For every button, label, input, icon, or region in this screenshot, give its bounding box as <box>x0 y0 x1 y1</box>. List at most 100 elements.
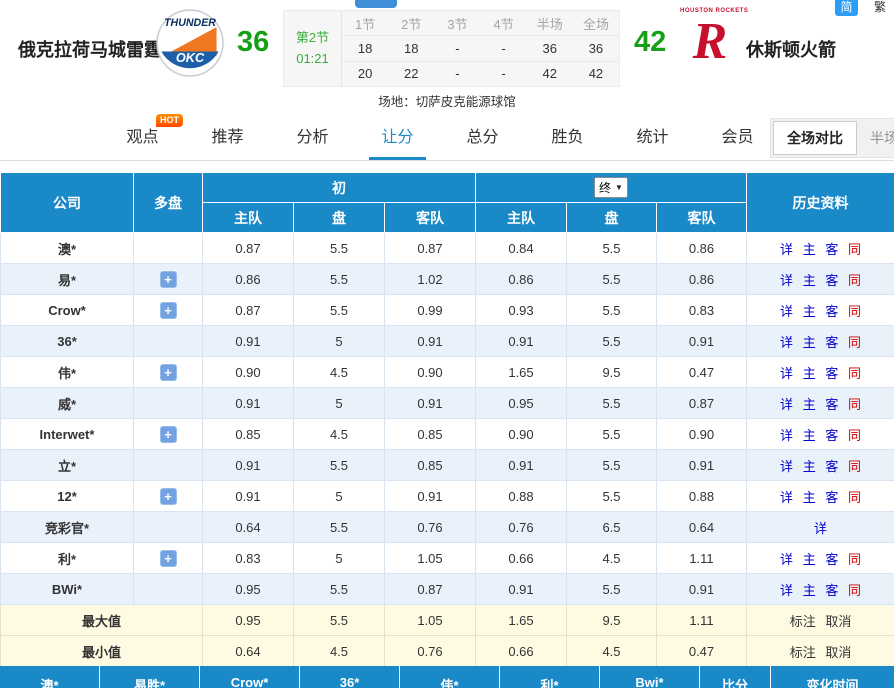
mark-link[interactable]: 标注 <box>790 614 816 629</box>
company-name: 立* <box>1 450 134 481</box>
detail-link[interactable]: 详 <box>780 242 793 257</box>
detail-link[interactable]: 详 <box>780 366 793 381</box>
final-odds-select[interactable]: 终 ▼ <box>594 177 628 198</box>
cancel-link[interactable]: 取消 <box>825 614 851 629</box>
tab-member[interactable]: 会员 <box>695 110 780 160</box>
same-odds-link[interactable]: 同 <box>848 583 861 598</box>
same-odds-link[interactable]: 同 <box>848 459 861 474</box>
quarter-table: 1节2节3节4节半场全场 1818--3636 2022--4242 <box>342 11 619 86</box>
home-history-link[interactable]: 主 <box>803 273 816 288</box>
away-history-link[interactable]: 客 <box>825 459 838 474</box>
plus-icon[interactable]: + <box>160 488 177 505</box>
plus-icon[interactable]: + <box>160 271 177 288</box>
bottom-bar-item[interactable]: 澳* <box>0 666 100 688</box>
away-history-link[interactable]: 客 <box>825 397 838 412</box>
col-fin-line: 盘 <box>567 203 657 233</box>
top-tab-stub[interactable] <box>355 0 397 8</box>
chevron-down-icon: ▼ <box>615 183 623 192</box>
plus-icon[interactable]: + <box>160 550 177 567</box>
away-quarter-score: 22 <box>388 66 434 81</box>
away-history-link[interactable]: 客 <box>825 552 838 567</box>
home-history-link[interactable]: 主 <box>803 397 816 412</box>
home-history-link[interactable]: 主 <box>803 583 816 598</box>
tab-totals[interactable]: 总分 <box>440 110 525 160</box>
home-history-link[interactable]: 主 <box>803 490 816 505</box>
simplified-chinese-button[interactable]: 简 <box>835 0 858 16</box>
away-history-link[interactable]: 客 <box>825 428 838 443</box>
home-quarter-score: 36 <box>527 41 573 56</box>
final-handicap: 4.5 <box>567 636 657 667</box>
detail-link[interactable]: 详 <box>780 459 793 474</box>
bottom-bar-item[interactable]: Bwi* <box>600 666 700 688</box>
cancel-link[interactable]: 取消 <box>825 645 851 660</box>
detail-link[interactable]: 详 <box>780 273 793 288</box>
home-history-link[interactable]: 主 <box>803 428 816 443</box>
full-game-compare-button[interactable]: 全场对比 <box>773 121 857 155</box>
final-home-odds: 0.84 <box>476 233 567 264</box>
bottom-bar-item[interactable]: Crow* <box>200 666 300 688</box>
away-history-link[interactable]: 客 <box>825 583 838 598</box>
home-history-link[interactable]: 主 <box>803 242 816 257</box>
bottom-bar-item[interactable]: 利* <box>500 666 600 688</box>
home-history-link[interactable]: 主 <box>803 459 816 474</box>
detail-link[interactable]: 详 <box>780 428 793 443</box>
tab-winlose[interactable]: 胜负 <box>525 110 610 160</box>
mark-link[interactable]: 标注 <box>790 645 816 660</box>
same-odds-link[interactable]: 同 <box>848 335 861 350</box>
away-history-link[interactable]: 客 <box>825 335 838 350</box>
half-game-compare-button[interactable]: 半场对比 <box>857 121 894 155</box>
tab-analysis[interactable]: 分析 <box>270 110 355 160</box>
detail-link[interactable]: 详 <box>780 335 793 350</box>
plus-icon[interactable]: + <box>160 302 177 319</box>
detail-link[interactable]: 详 <box>814 521 827 536</box>
same-odds-link[interactable]: 同 <box>848 304 861 319</box>
multi-cell: + <box>134 264 203 295</box>
init-handicap: 5.5 <box>294 295 385 326</box>
away-history-link[interactable]: 客 <box>825 242 838 257</box>
same-odds-link[interactable]: 同 <box>848 366 861 381</box>
away-history-link[interactable]: 客 <box>825 490 838 505</box>
tab-viewpoint[interactable]: 观点 HOT <box>100 110 185 160</box>
same-odds-link[interactable]: 同 <box>848 490 861 505</box>
final-handicap: 5.5 <box>567 326 657 357</box>
bottom-bar-item[interactable]: 变化时间 <box>771 666 894 688</box>
away-history-link[interactable]: 客 <box>825 366 838 381</box>
same-odds-link[interactable]: 同 <box>848 242 861 257</box>
same-odds-link[interactable]: 同 <box>848 428 861 443</box>
tab-recommend[interactable]: 推荐 <box>185 110 270 160</box>
away-quarter-score: 20 <box>342 66 388 81</box>
home-history-link[interactable]: 主 <box>803 304 816 319</box>
final-home-odds: 0.91 <box>476 574 567 605</box>
detail-link[interactable]: 详 <box>780 304 793 319</box>
home-history-link[interactable]: 主 <box>803 552 816 567</box>
same-odds-link[interactable]: 同 <box>848 273 861 288</box>
tab-stats[interactable]: 统计 <box>610 110 695 160</box>
tab-label: 统计 <box>636 123 668 147</box>
home-history-link[interactable]: 主 <box>803 366 816 381</box>
home-quarter-score: - <box>434 41 480 56</box>
detail-link[interactable]: 详 <box>780 552 793 567</box>
bottom-bar-item[interactable]: 36* <box>300 666 400 688</box>
detail-link[interactable]: 详 <box>780 397 793 412</box>
rockets-logo-letter: R <box>680 14 740 70</box>
summary-label: 最小值 <box>1 636 203 667</box>
detail-link[interactable]: 详 <box>780 490 793 505</box>
tab-handicap[interactable]: 让分 <box>355 110 440 160</box>
same-odds-link[interactable]: 同 <box>848 397 861 412</box>
same-odds-link[interactable]: 同 <box>848 552 861 567</box>
plus-icon[interactable]: + <box>160 364 177 381</box>
traditional-chinese-button[interactable]: 繁 <box>874 0 886 16</box>
final-away-odds: 0.91 <box>657 450 747 481</box>
away-history-link[interactable]: 客 <box>825 304 838 319</box>
bottom-bar-item[interactable]: 伟* <box>400 666 500 688</box>
history-links: 详 主 客 同 <box>747 388 894 419</box>
final-away-odds: 0.91 <box>657 326 747 357</box>
bottom-bar-item[interactable]: 比分 <box>700 666 771 688</box>
history-links: 详 主 客 同 <box>747 481 894 512</box>
history-links: 详 主 客 同 <box>747 419 894 450</box>
away-history-link[interactable]: 客 <box>825 273 838 288</box>
detail-link[interactable]: 详 <box>780 583 793 598</box>
bottom-bar-item[interactable]: 易胜* <box>100 666 200 688</box>
home-history-link[interactable]: 主 <box>803 335 816 350</box>
plus-icon[interactable]: + <box>160 426 177 443</box>
